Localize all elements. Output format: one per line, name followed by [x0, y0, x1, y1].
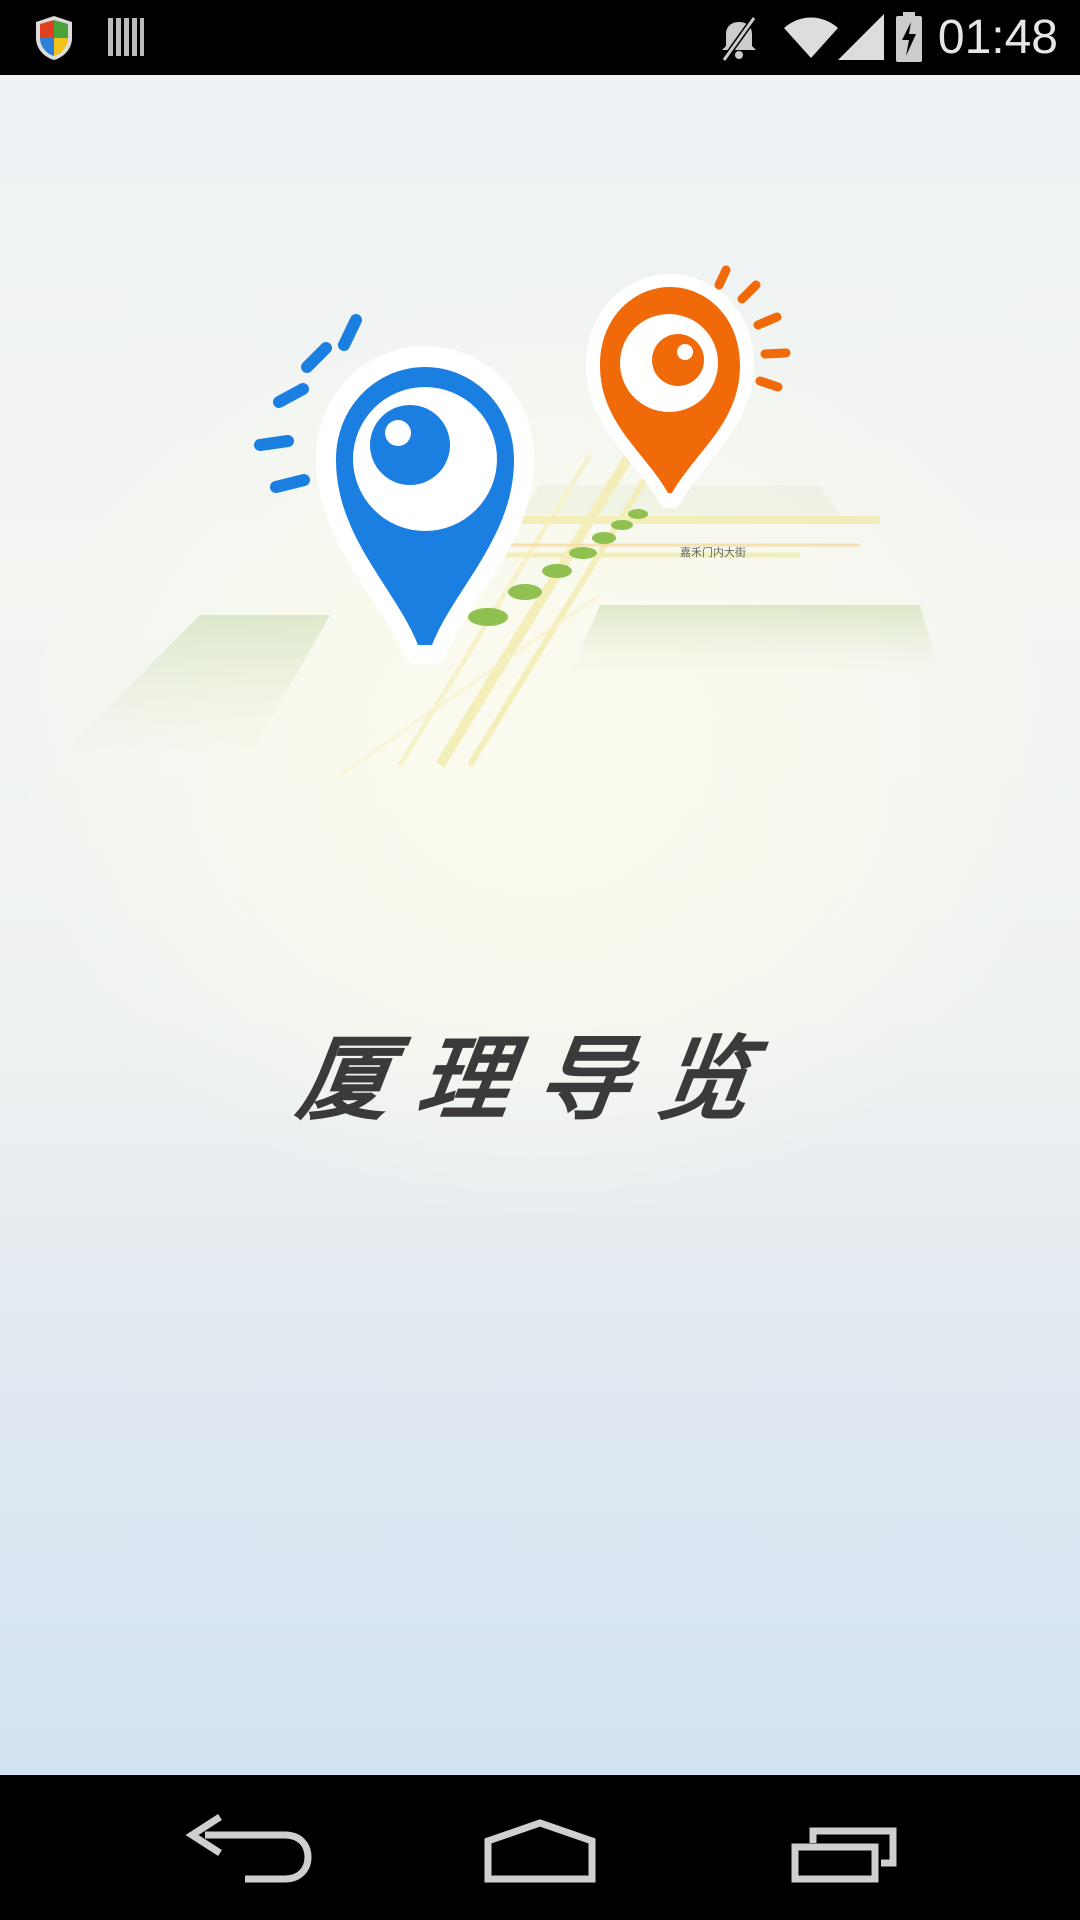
- recent-apps-icon: [791, 1827, 897, 1883]
- security-shield-icon: [36, 16, 72, 60]
- splash-illustration: 嘉禾门内大街: [60, 265, 940, 777]
- status-time: 01:48: [937, 11, 1058, 64]
- status-bar: 01:48: [0, 0, 1080, 75]
- back-button[interactable]: [160, 1805, 320, 1895]
- home-button[interactable]: [460, 1805, 620, 1895]
- barcode-icon: [108, 18, 144, 56]
- app-title: 厦理导览: [291, 1026, 787, 1133]
- back-icon: [185, 1814, 312, 1883]
- blue-pin-icon: [254, 314, 534, 664]
- map-street-label: 嘉禾门内大街: [680, 545, 746, 559]
- mute-icon: [721, 16, 757, 62]
- recent-apps-button[interactable]: [765, 1805, 925, 1895]
- wifi-icon: [784, 17, 838, 58]
- battery-charging-icon: [896, 12, 922, 62]
- splash-screen: 嘉禾门内大街 厦理导览: [0, 75, 1080, 1775]
- signal-icon: [838, 14, 884, 60]
- navigation-bar: [0, 1775, 1080, 1920]
- home-icon: [484, 1819, 596, 1883]
